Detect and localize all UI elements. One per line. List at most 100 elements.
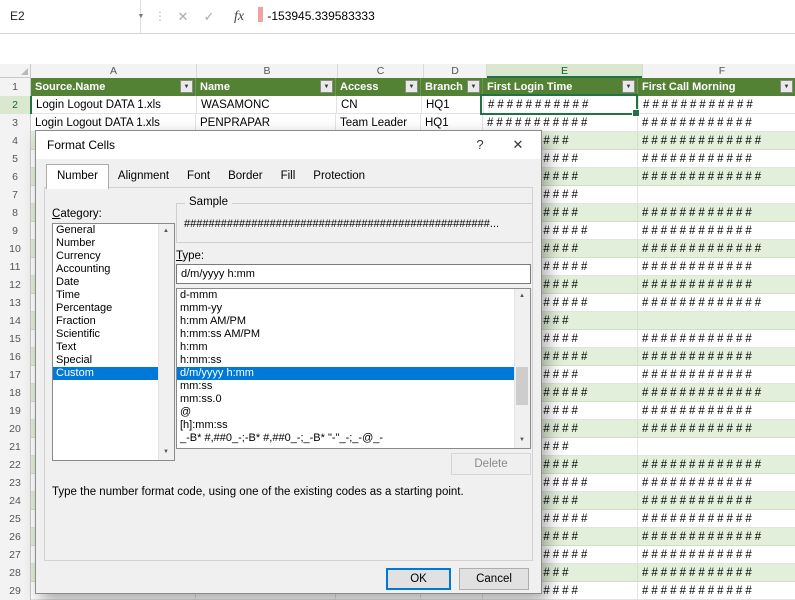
- cell-A2[interactable]: Login Logout DATA 1.xls: [32, 96, 197, 114]
- row-header-21[interactable]: 21: [0, 438, 31, 457]
- type-option-10[interactable]: [h]:mm:ss: [177, 419, 515, 432]
- category-item-currency[interactable]: Currency: [53, 250, 159, 263]
- cell-F6[interactable]: #############: [638, 168, 795, 186]
- cell-F2[interactable]: ############: [639, 96, 795, 114]
- cell-F9[interactable]: ############: [638, 222, 795, 240]
- cell-F8[interactable]: ############: [638, 204, 795, 222]
- row-header-14[interactable]: 14: [0, 312, 31, 331]
- cell-F24[interactable]: ############: [638, 492, 795, 510]
- category-item-accounting[interactable]: Accounting: [53, 263, 159, 276]
- row-header-23[interactable]: 23: [0, 474, 31, 493]
- row-header-22[interactable]: 22: [0, 456, 31, 475]
- ok-button[interactable]: OK: [386, 568, 451, 590]
- row-header-27[interactable]: 27: [0, 546, 31, 565]
- type-input[interactable]: [176, 264, 531, 284]
- table-header-cell-E[interactable]: First Login Time▼: [483, 78, 638, 96]
- cell-F13[interactable]: #############: [638, 294, 795, 312]
- row-header-28[interactable]: 28: [0, 564, 31, 583]
- column-header-F[interactable]: F: [643, 64, 795, 79]
- row-header-25[interactable]: 25: [0, 510, 31, 529]
- category-item-general[interactable]: General: [53, 224, 159, 237]
- tab-alignment[interactable]: Alignment: [109, 166, 178, 189]
- scroll-up-icon[interactable]: ▲: [515, 289, 529, 304]
- cell-D2[interactable]: HQ1: [422, 96, 484, 114]
- cell-E2[interactable]: ###########: [484, 96, 639, 114]
- name-box[interactable]: E2: [0, 0, 141, 33]
- cell-F19[interactable]: ############: [638, 402, 795, 420]
- cell-F11[interactable]: ############: [638, 258, 795, 276]
- table-header-cell-B[interactable]: Name▼: [196, 78, 336, 96]
- row-header-9[interactable]: 9: [0, 222, 31, 241]
- scrollbar-thumb[interactable]: [516, 367, 528, 405]
- row-header-10[interactable]: 10: [0, 240, 31, 259]
- cell-F26[interactable]: #############: [638, 528, 795, 546]
- column-header-A[interactable]: A: [31, 64, 197, 79]
- tab-border[interactable]: Border: [219, 166, 272, 189]
- type-option-7[interactable]: mm:ss: [177, 380, 515, 393]
- cell-F20[interactable]: ############: [638, 420, 795, 438]
- cell-F7[interactable]: [638, 186, 795, 204]
- cell-F29[interactable]: ############: [638, 582, 795, 600]
- filter-dropdown-icon[interactable]: ▼: [320, 80, 333, 93]
- insert-function-icon[interactable]: fx: [224, 0, 254, 33]
- type-option-5[interactable]: h:mm:ss: [177, 354, 515, 367]
- filter-dropdown-icon[interactable]: ▼: [780, 80, 793, 93]
- cell-F21[interactable]: [638, 438, 795, 456]
- cell-F22[interactable]: #############: [638, 456, 795, 474]
- row-header-8[interactable]: 8: [0, 204, 31, 223]
- type-list-scrollbar[interactable]: ▲ ▼: [514, 289, 530, 448]
- table-header-cell-C[interactable]: Access▼: [336, 78, 421, 96]
- row-header-24[interactable]: 24: [0, 492, 31, 511]
- row-header-15[interactable]: 15: [0, 330, 31, 349]
- table-header-cell-F[interactable]: First Call Morning▼: [638, 78, 795, 96]
- filter-dropdown-icon[interactable]: ▼: [180, 80, 193, 93]
- dialog-close-icon[interactable]: ✕: [499, 131, 537, 159]
- row-header-1[interactable]: 1: [0, 78, 31, 97]
- type-option-9[interactable]: @: [177, 406, 515, 419]
- dialog-title-bar[interactable]: Format Cells ? ✕: [36, 131, 541, 159]
- cell-F15[interactable]: ############: [638, 330, 795, 348]
- row-header-5[interactable]: 5: [0, 150, 31, 169]
- cell-F27[interactable]: ############: [638, 546, 795, 564]
- table-header-cell-A[interactable]: Source.Name▼: [31, 78, 196, 96]
- category-item-text[interactable]: Text: [53, 341, 159, 354]
- cell-F5[interactable]: ############: [638, 150, 795, 168]
- row-header-29[interactable]: 29: [0, 582, 31, 600]
- formula-cancel-icon[interactable]: ✕: [170, 0, 196, 33]
- category-item-special[interactable]: Special: [53, 354, 159, 367]
- tab-font[interactable]: Font: [178, 166, 219, 189]
- filter-dropdown-icon[interactable]: ▼: [622, 80, 635, 93]
- row-header-3[interactable]: 3: [0, 114, 31, 133]
- category-item-number[interactable]: Number: [53, 237, 159, 250]
- tab-protection[interactable]: Protection: [304, 166, 374, 189]
- cell-F3[interactable]: ############: [638, 114, 795, 132]
- cell-B2[interactable]: WASAMONC: [197, 96, 337, 114]
- cell-F18[interactable]: #############: [638, 384, 795, 402]
- column-header-D[interactable]: D: [424, 64, 487, 79]
- scroll-down-icon[interactable]: ▼: [515, 433, 529, 448]
- tab-fill[interactable]: Fill: [272, 166, 305, 189]
- row-header-26[interactable]: 26: [0, 528, 31, 547]
- type-option-6[interactable]: d/m/yyyy h:mm: [177, 367, 515, 380]
- cell-F14[interactable]: [638, 312, 795, 330]
- formula-input[interactable]: -153945.339583333: [258, 0, 795, 33]
- scroll-up-icon[interactable]: ▲: [159, 224, 173, 239]
- select-all-corner[interactable]: [0, 64, 31, 78]
- formula-enter-icon[interactable]: ✓: [196, 0, 222, 33]
- column-header-E[interactable]: E: [487, 64, 643, 79]
- row-header-13[interactable]: 13: [0, 294, 31, 313]
- row-header-20[interactable]: 20: [0, 420, 31, 439]
- row-header-17[interactable]: 17: [0, 366, 31, 385]
- category-item-custom[interactable]: Custom: [53, 367, 159, 380]
- row-header-19[interactable]: 19: [0, 402, 31, 421]
- cancel-button[interactable]: Cancel: [459, 568, 529, 590]
- cell-F10[interactable]: #############: [638, 240, 795, 258]
- name-box-dropdown-icon[interactable]: ▼: [130, 0, 152, 33]
- type-option-1[interactable]: mmm-yy: [177, 302, 515, 315]
- category-item-fraction[interactable]: Fraction: [53, 315, 159, 328]
- type-option-0[interactable]: d-mmm: [177, 289, 515, 302]
- category-item-time[interactable]: Time: [53, 289, 159, 302]
- cell-F28[interactable]: ############: [638, 564, 795, 582]
- category-list-scrollbar[interactable]: ▲ ▼: [158, 224, 174, 460]
- row-header-12[interactable]: 12: [0, 276, 31, 295]
